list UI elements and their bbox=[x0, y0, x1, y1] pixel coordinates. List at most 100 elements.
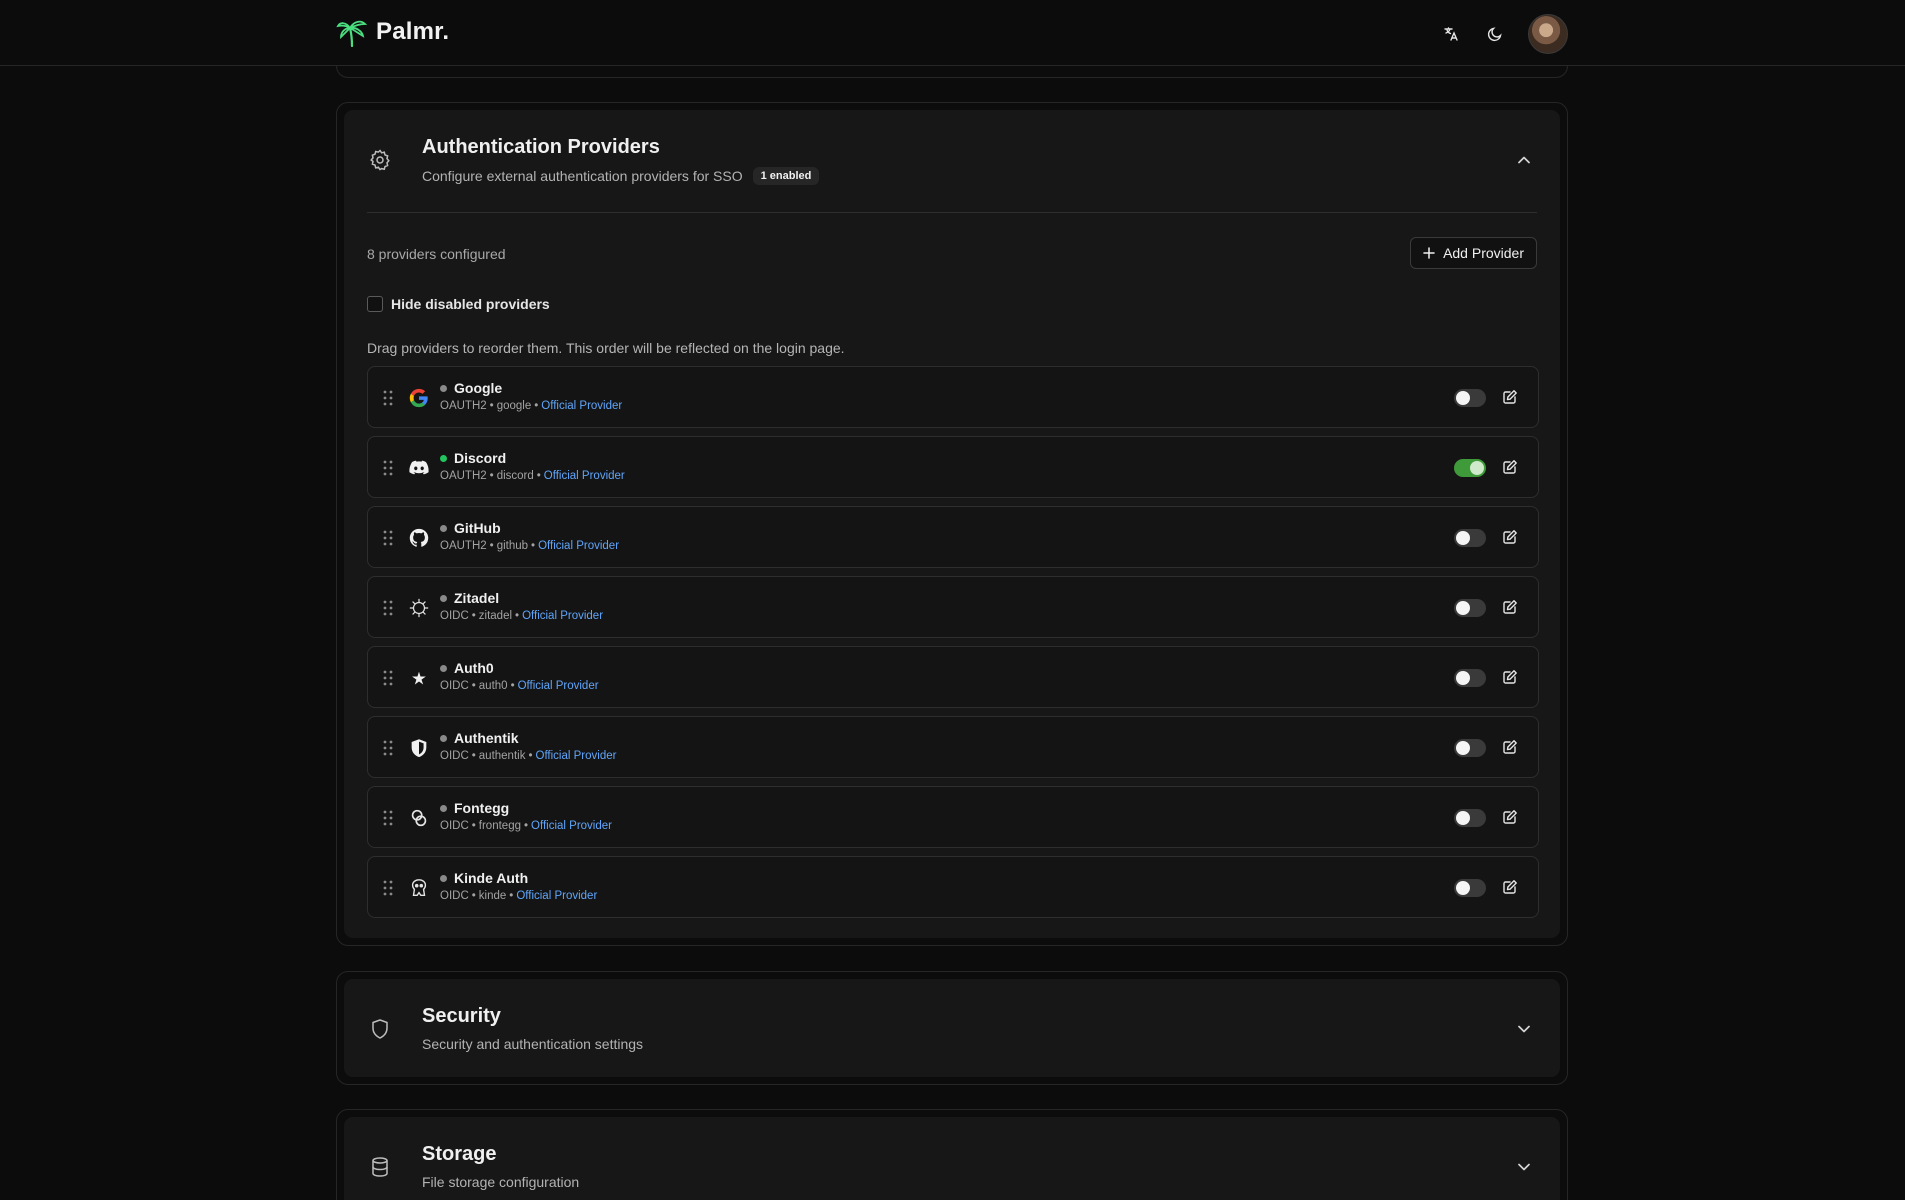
storage-card: Storage File storage configuration bbox=[336, 1109, 1568, 1200]
chevron-down-icon[interactable] bbox=[1514, 1019, 1534, 1039]
provider-meta: OIDC • kinde • Official Provider bbox=[440, 890, 597, 902]
provider-enable-toggle[interactable] bbox=[1454, 809, 1486, 827]
kinde-icon bbox=[408, 877, 430, 899]
edit-icon[interactable] bbox=[1502, 809, 1518, 825]
provider-name-row: Fontegg bbox=[440, 800, 509, 816]
avatar[interactable] bbox=[1528, 14, 1568, 54]
chevron-up-icon[interactable] bbox=[1514, 150, 1534, 170]
provider-row[interactable]: Discord OAUTH2 • discord • Official Prov… bbox=[367, 436, 1539, 498]
drag-handle-icon[interactable] bbox=[382, 739, 394, 757]
moon-icon[interactable] bbox=[1484, 23, 1506, 45]
drag-handle-icon[interactable] bbox=[382, 459, 394, 477]
brand-name: Palmr. bbox=[376, 18, 450, 45]
drag-handle-icon[interactable] bbox=[382, 879, 394, 897]
edit-icon[interactable] bbox=[1502, 459, 1518, 475]
add-provider-button[interactable]: Add Provider bbox=[1410, 237, 1537, 269]
edit-icon[interactable] bbox=[1502, 529, 1518, 545]
provider-slug: zitadel bbox=[478, 610, 513, 622]
provider-enable-toggle[interactable] bbox=[1454, 459, 1486, 477]
provider-enable-toggle[interactable] bbox=[1454, 669, 1486, 687]
enabled-count-badge: 1 enabled bbox=[752, 167, 820, 185]
meta-separator: • bbox=[471, 610, 476, 622]
provider-name: GitHub bbox=[454, 520, 501, 536]
provider-enable-toggle[interactable] bbox=[1454, 389, 1486, 407]
meta-separator: • bbox=[528, 750, 533, 762]
storage-header[interactable]: Storage File storage configuration bbox=[344, 1117, 1560, 1200]
provider-enable-toggle[interactable] bbox=[1454, 599, 1486, 617]
provider-enable-toggle[interactable] bbox=[1454, 529, 1486, 547]
drag-handle-icon[interactable] bbox=[382, 529, 394, 547]
database-icon bbox=[372, 1157, 388, 1177]
storage-subtitle: File storage configuration bbox=[422, 1174, 579, 1190]
provider-type: OAUTH2 bbox=[440, 470, 487, 482]
provider-meta: OIDC • frontegg • Official Provider bbox=[440, 820, 612, 832]
provider-row[interactable]: Google OAUTH2 • google • Official Provid… bbox=[367, 366, 1539, 428]
security-subtitle: Security and authentication settings bbox=[422, 1036, 643, 1052]
edit-icon[interactable] bbox=[1502, 599, 1518, 615]
meta-separator: • bbox=[489, 470, 494, 482]
official-provider-tag: Official Provider bbox=[538, 540, 620, 552]
provider-row[interactable]: Authentik OIDC • authentik • Official Pr… bbox=[367, 716, 1539, 778]
chevron-down-icon[interactable] bbox=[1514, 1157, 1534, 1177]
security-header[interactable]: Security Security and authentication set… bbox=[344, 979, 1560, 1079]
meta-separator: • bbox=[489, 400, 494, 412]
meta-separator: • bbox=[523, 820, 529, 832]
plus-icon bbox=[1423, 247, 1435, 259]
security-card: Security Security and authentication set… bbox=[336, 971, 1568, 1085]
provider-row[interactable]: Kinde Auth OIDC • kinde • Official Provi… bbox=[367, 856, 1539, 918]
drag-handle-icon[interactable] bbox=[382, 669, 394, 687]
provider-slug: google bbox=[496, 400, 532, 412]
auth-providers-subtitle: Configure external authentication provid… bbox=[422, 168, 743, 184]
status-dot bbox=[440, 664, 447, 672]
top-bar: Palmr. bbox=[0, 0, 1905, 66]
provider-slug: authentik bbox=[478, 750, 526, 762]
drag-handle-icon[interactable] bbox=[382, 389, 394, 407]
provider-enable-toggle[interactable] bbox=[1454, 879, 1486, 897]
provider-name-row: Google bbox=[440, 380, 502, 396]
provider-row[interactable]: GitHub OAUTH2 • github • Official Provid… bbox=[367, 506, 1539, 568]
drag-handle-icon[interactable] bbox=[382, 809, 394, 827]
shield-icon bbox=[372, 1019, 388, 1039]
meta-separator: • bbox=[531, 540, 536, 552]
provider-slug: kinde bbox=[478, 890, 507, 902]
status-dot bbox=[440, 454, 447, 462]
storage-card-body: Storage File storage configuration bbox=[344, 1117, 1560, 1200]
provider-name-row: Auth0 bbox=[440, 660, 494, 676]
status-dot bbox=[440, 524, 447, 532]
meta-separator: • bbox=[509, 890, 514, 902]
security-subtitle-text: Security and authentication settings bbox=[422, 1036, 644, 1052]
storage-subtitle-text: File storage configuration bbox=[422, 1174, 580, 1190]
auth-providers-subtitle-row: Configure external authentication provid… bbox=[422, 167, 820, 185]
auth-providers-header[interactable]: Authentication Providers Configure exter… bbox=[344, 110, 1560, 210]
official-provider-tag: Official Provider bbox=[522, 610, 604, 622]
provider-slug: auth0 bbox=[478, 680, 508, 692]
provider-row[interactable]: Fontegg OIDC • frontegg • Official Provi… bbox=[367, 786, 1539, 848]
authentik-icon bbox=[408, 737, 430, 759]
hide-disabled-label[interactable]: Hide disabled providers bbox=[391, 296, 550, 312]
edit-icon[interactable] bbox=[1502, 389, 1518, 405]
provider-enable-toggle[interactable] bbox=[1454, 739, 1486, 757]
meta-separator: • bbox=[471, 680, 476, 692]
status-dot bbox=[440, 874, 447, 882]
meta-separator: • bbox=[471, 750, 476, 762]
meta-separator: • bbox=[471, 890, 476, 902]
provider-type: OIDC bbox=[440, 680, 469, 692]
provider-row[interactable]: Auth0 OIDC • auth0 • Official Provider bbox=[367, 646, 1539, 708]
gear-icon bbox=[370, 149, 390, 171]
provider-type: OIDC bbox=[440, 610, 469, 622]
provider-slug: github bbox=[496, 540, 529, 552]
top-actions bbox=[1440, 14, 1568, 54]
translate-icon[interactable] bbox=[1440, 23, 1462, 45]
drag-handle-icon[interactable] bbox=[382, 599, 394, 617]
brand[interactable]: Palmr. bbox=[336, 16, 449, 48]
provider-meta: OIDC • authentik • Official Provider bbox=[440, 750, 616, 762]
edit-icon[interactable] bbox=[1502, 669, 1518, 685]
official-provider-tag: Official Provider bbox=[531, 820, 612, 832]
edit-icon[interactable] bbox=[1502, 739, 1518, 755]
storage-title: Storage bbox=[422, 1143, 497, 1165]
provider-meta: OAUTH2 • discord • Official Provider bbox=[440, 470, 625, 482]
provider-slug: discord bbox=[496, 470, 534, 482]
hide-disabled-checkbox[interactable] bbox=[367, 296, 383, 312]
provider-row[interactable]: Zitadel OIDC • zitadel • Official Provid… bbox=[367, 576, 1539, 638]
edit-icon[interactable] bbox=[1502, 879, 1518, 895]
